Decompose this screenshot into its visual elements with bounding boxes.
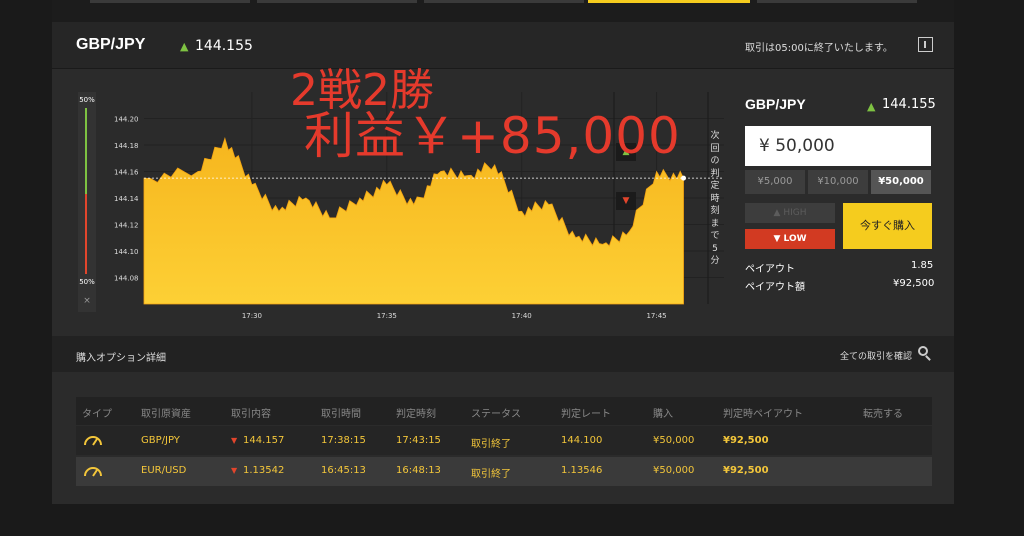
high-icon: ▲: [773, 208, 784, 218]
asset-price: 144.155: [195, 38, 253, 54]
high-button[interactable]: ▲ HIGH: [745, 203, 835, 223]
row-buy: ¥50,000: [653, 465, 695, 476]
col-payout: 判定時ペイアウト: [723, 409, 803, 420]
col-time: 取引時間: [321, 409, 361, 420]
sentiment-top: 50%: [79, 96, 95, 104]
up-arrow-icon: ▲: [867, 100, 876, 113]
amount-input[interactable]: ¥ 50,000: [745, 126, 931, 166]
col-content: 取引内容: [231, 409, 271, 420]
col-resell: 転売する: [863, 409, 903, 420]
buy-now-button[interactable]: 今すぐ購入: [843, 203, 932, 249]
sentiment-low: [85, 194, 87, 274]
asset-pair: GBP/JPY: [76, 36, 146, 53]
y-tick-label: 144.12: [114, 222, 139, 230]
top-strip: [52, 0, 954, 22]
close-icon[interactable]: ×: [78, 296, 96, 306]
row-judge: 16:48:13: [396, 465, 441, 476]
trade-price: 144.155: [882, 97, 936, 112]
col-type: タイプ: [82, 409, 112, 420]
col-status: ステータス: [471, 409, 521, 420]
sentiment-bar: 50% 50% ×: [78, 92, 96, 312]
gauge-icon: [84, 467, 102, 477]
amount-50000-button[interactable]: ¥50,000: [871, 170, 931, 194]
top-tab-active[interactable]: [588, 0, 750, 3]
x-tick-label: 17:40: [512, 312, 532, 320]
top-tab[interactable]: [90, 0, 250, 3]
row-asset: EUR/USD: [141, 465, 187, 476]
row-rate: 144.100: [561, 435, 603, 446]
info-icon[interactable]: [918, 37, 933, 52]
row-time: 17:38:15: [321, 435, 366, 446]
top-tab[interactable]: [757, 0, 917, 3]
payout-label: ペイアウト: [745, 264, 795, 275]
details-header: [52, 336, 954, 372]
payout-amount-label: ペイアウト額: [745, 282, 805, 293]
trade-pair: GBP/JPY: [745, 96, 806, 112]
y-tick-label: 144.10: [114, 248, 139, 256]
row-status: 取引終了: [471, 439, 511, 450]
top-tab[interactable]: [257, 0, 417, 3]
payout-value: 1.85: [911, 260, 934, 271]
col-judge: 判定時刻: [396, 409, 436, 420]
x-tick-label: 17:45: [646, 312, 666, 320]
low-button[interactable]: ▼ LOW: [745, 229, 835, 249]
row-content: 144.157: [243, 435, 285, 446]
down-icon: ▼: [231, 436, 238, 445]
row-payout: ¥92,500: [723, 465, 769, 476]
y-tick-label: 144.18: [114, 142, 139, 150]
details-title: 購入オプション詳細: [76, 353, 166, 364]
y-tick-label: 144.16: [114, 169, 139, 177]
row-payout: ¥92,500: [723, 435, 769, 446]
amount-10000-button[interactable]: ¥10,000: [808, 170, 868, 194]
col-buy: 購入: [653, 409, 673, 420]
x-tick-label: 17:35: [377, 312, 397, 320]
col-asset: 取引原資産: [141, 409, 191, 420]
gauge-icon: [84, 436, 102, 446]
amount-5000-button[interactable]: ¥5,000: [745, 170, 805, 194]
row-asset: GBP/JPY: [141, 435, 180, 446]
x-tick-label: 17:30: [242, 312, 262, 320]
y-tick-label: 144.08: [114, 275, 139, 283]
y-tick-label: 144.14: [114, 195, 139, 203]
row-judge: 17:43:15: [396, 435, 441, 446]
low-icon: ▼: [773, 234, 784, 244]
row-rate: 1.13546: [561, 465, 603, 476]
row-time: 16:45:13: [321, 465, 366, 476]
overlay-profit: 利益￥+85,000: [304, 107, 681, 165]
row-buy: ¥50,000: [653, 435, 695, 446]
col-rate: 判定レート: [561, 409, 611, 420]
sentiment-bottom: 50%: [79, 278, 95, 286]
row-content: 1.13542: [243, 465, 285, 476]
current-rate-dot: [681, 175, 687, 181]
close-notice: 取引は05:00に終了いたします。: [745, 43, 893, 54]
down-icon: ▼: [231, 466, 238, 475]
low-marker-icon: ▼: [616, 192, 636, 210]
confirm-all-link[interactable]: 全ての取引を確認: [840, 349, 912, 362]
top-tab[interactable]: [424, 0, 584, 3]
countdown-label: 次回の判定時刻まで5分: [710, 131, 720, 266]
sentiment-high: [85, 108, 87, 194]
up-arrow-icon: ▲: [180, 40, 189, 53]
y-tick-label: 144.20: [114, 116, 139, 124]
payout-amount-value: ¥92,500: [893, 278, 935, 289]
row-status: 取引終了: [471, 469, 511, 480]
